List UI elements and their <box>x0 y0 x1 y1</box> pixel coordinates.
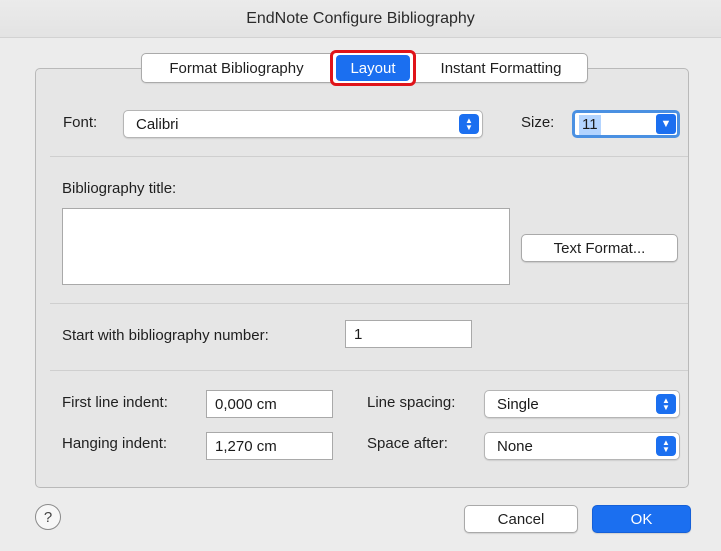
hanging-indent-label: Hanging indent: <box>62 435 168 452</box>
cancel-button[interactable]: Cancel <box>464 505 578 533</box>
font-label: Font: <box>63 114 98 131</box>
tab-instant-formatting[interactable]: Instant Formatting <box>414 54 587 82</box>
tab-format-bibliography[interactable]: Format Bibliography <box>142 54 332 82</box>
updown-arrows-icon: ▲ ▼ <box>656 394 676 414</box>
first-line-indent-label: First line indent: <box>62 394 168 411</box>
separator <box>50 370 688 371</box>
line-spacing-value: Single <box>497 395 539 413</box>
space-after-label: Space after: <box>367 435 448 452</box>
space-after-value: None <box>497 437 533 455</box>
window-titlebar: EndNote Configure Bibliography <box>0 0 721 38</box>
line-spacing-label: Line spacing: <box>367 394 456 411</box>
tab-bar: Format Bibliography Layout Instant Forma… <box>141 50 588 86</box>
start-number-field[interactable]: 1 <box>345 320 472 348</box>
bibliography-title-textarea[interactable] <box>62 208 510 285</box>
text-format-button[interactable]: Text Format... <box>521 234 678 262</box>
line-spacing-select[interactable]: Single ▲ ▼ <box>484 390 680 418</box>
size-label: Size: <box>521 114 555 131</box>
separator <box>50 303 688 304</box>
tab-layout-highlight: Layout <box>330 50 416 86</box>
first-line-indent-field[interactable]: 0,000 cm <box>206 390 333 418</box>
ok-button[interactable]: OK <box>592 505 691 533</box>
space-after-select[interactable]: None ▲ ▼ <box>484 432 680 460</box>
updown-arrows-icon: ▲ ▼ <box>656 436 676 456</box>
hanging-indent-field[interactable]: 1,270 cm <box>206 432 333 460</box>
font-select-value: Calibri <box>136 115 179 133</box>
size-value: 11 <box>579 115 601 135</box>
help-icon[interactable]: ? <box>35 504 61 530</box>
window-title: EndNote Configure Bibliography <box>246 9 475 27</box>
start-number-label: Start with bibliography number: <box>62 327 269 344</box>
size-combobox[interactable]: 11 ▼ <box>572 110 680 138</box>
tab-layout[interactable]: Layout <box>336 55 410 81</box>
updown-arrows-icon: ▲ ▼ <box>459 114 479 134</box>
bibliography-title-label: Bibliography title: <box>62 180 177 197</box>
chevron-down-icon[interactable]: ▼ <box>656 114 676 134</box>
separator <box>50 156 688 157</box>
font-select[interactable]: Calibri ▲ ▼ <box>123 110 483 138</box>
